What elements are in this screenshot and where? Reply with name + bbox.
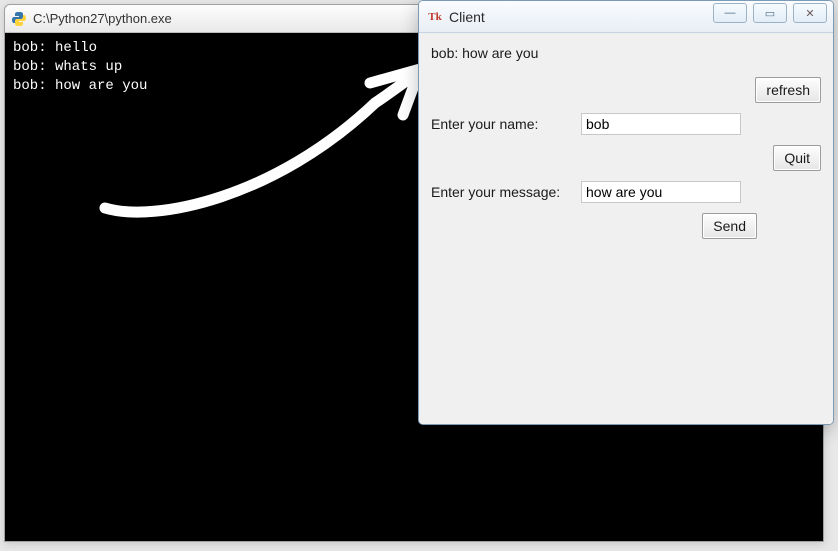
console-line: bob: whats up xyxy=(13,59,122,75)
window-controls: — ▭ ✕ xyxy=(713,3,827,23)
message-input[interactable] xyxy=(581,181,741,203)
console-line: bob: hello xyxy=(13,40,97,56)
quit-button[interactable]: Quit xyxy=(773,145,821,171)
minimize-button[interactable]: — xyxy=(713,3,747,23)
maximize-button[interactable]: ▭ xyxy=(753,3,787,23)
console-line: bob: how are you xyxy=(13,78,147,94)
client-body: bob: how are you refresh Enter your name… xyxy=(419,33,833,424)
message-display: bob: how are you xyxy=(431,43,821,63)
console-title: C:\Python27\python.exe xyxy=(33,11,172,26)
name-label: Enter your name: xyxy=(431,116,581,132)
refresh-button[interactable]: refresh xyxy=(755,77,821,103)
client-title: Client xyxy=(449,9,485,25)
name-input[interactable] xyxy=(581,113,741,135)
send-button[interactable]: Send xyxy=(702,213,757,239)
message-label: Enter your message: xyxy=(431,184,581,200)
tk-icon: Tk xyxy=(427,9,443,25)
client-window: Tk Client — ▭ ✕ bob: how are you refresh… xyxy=(418,0,834,425)
close-button[interactable]: ✕ xyxy=(793,3,827,23)
client-titlebar[interactable]: Tk Client — ▭ ✕ xyxy=(419,1,833,33)
python-icon xyxy=(11,11,27,27)
